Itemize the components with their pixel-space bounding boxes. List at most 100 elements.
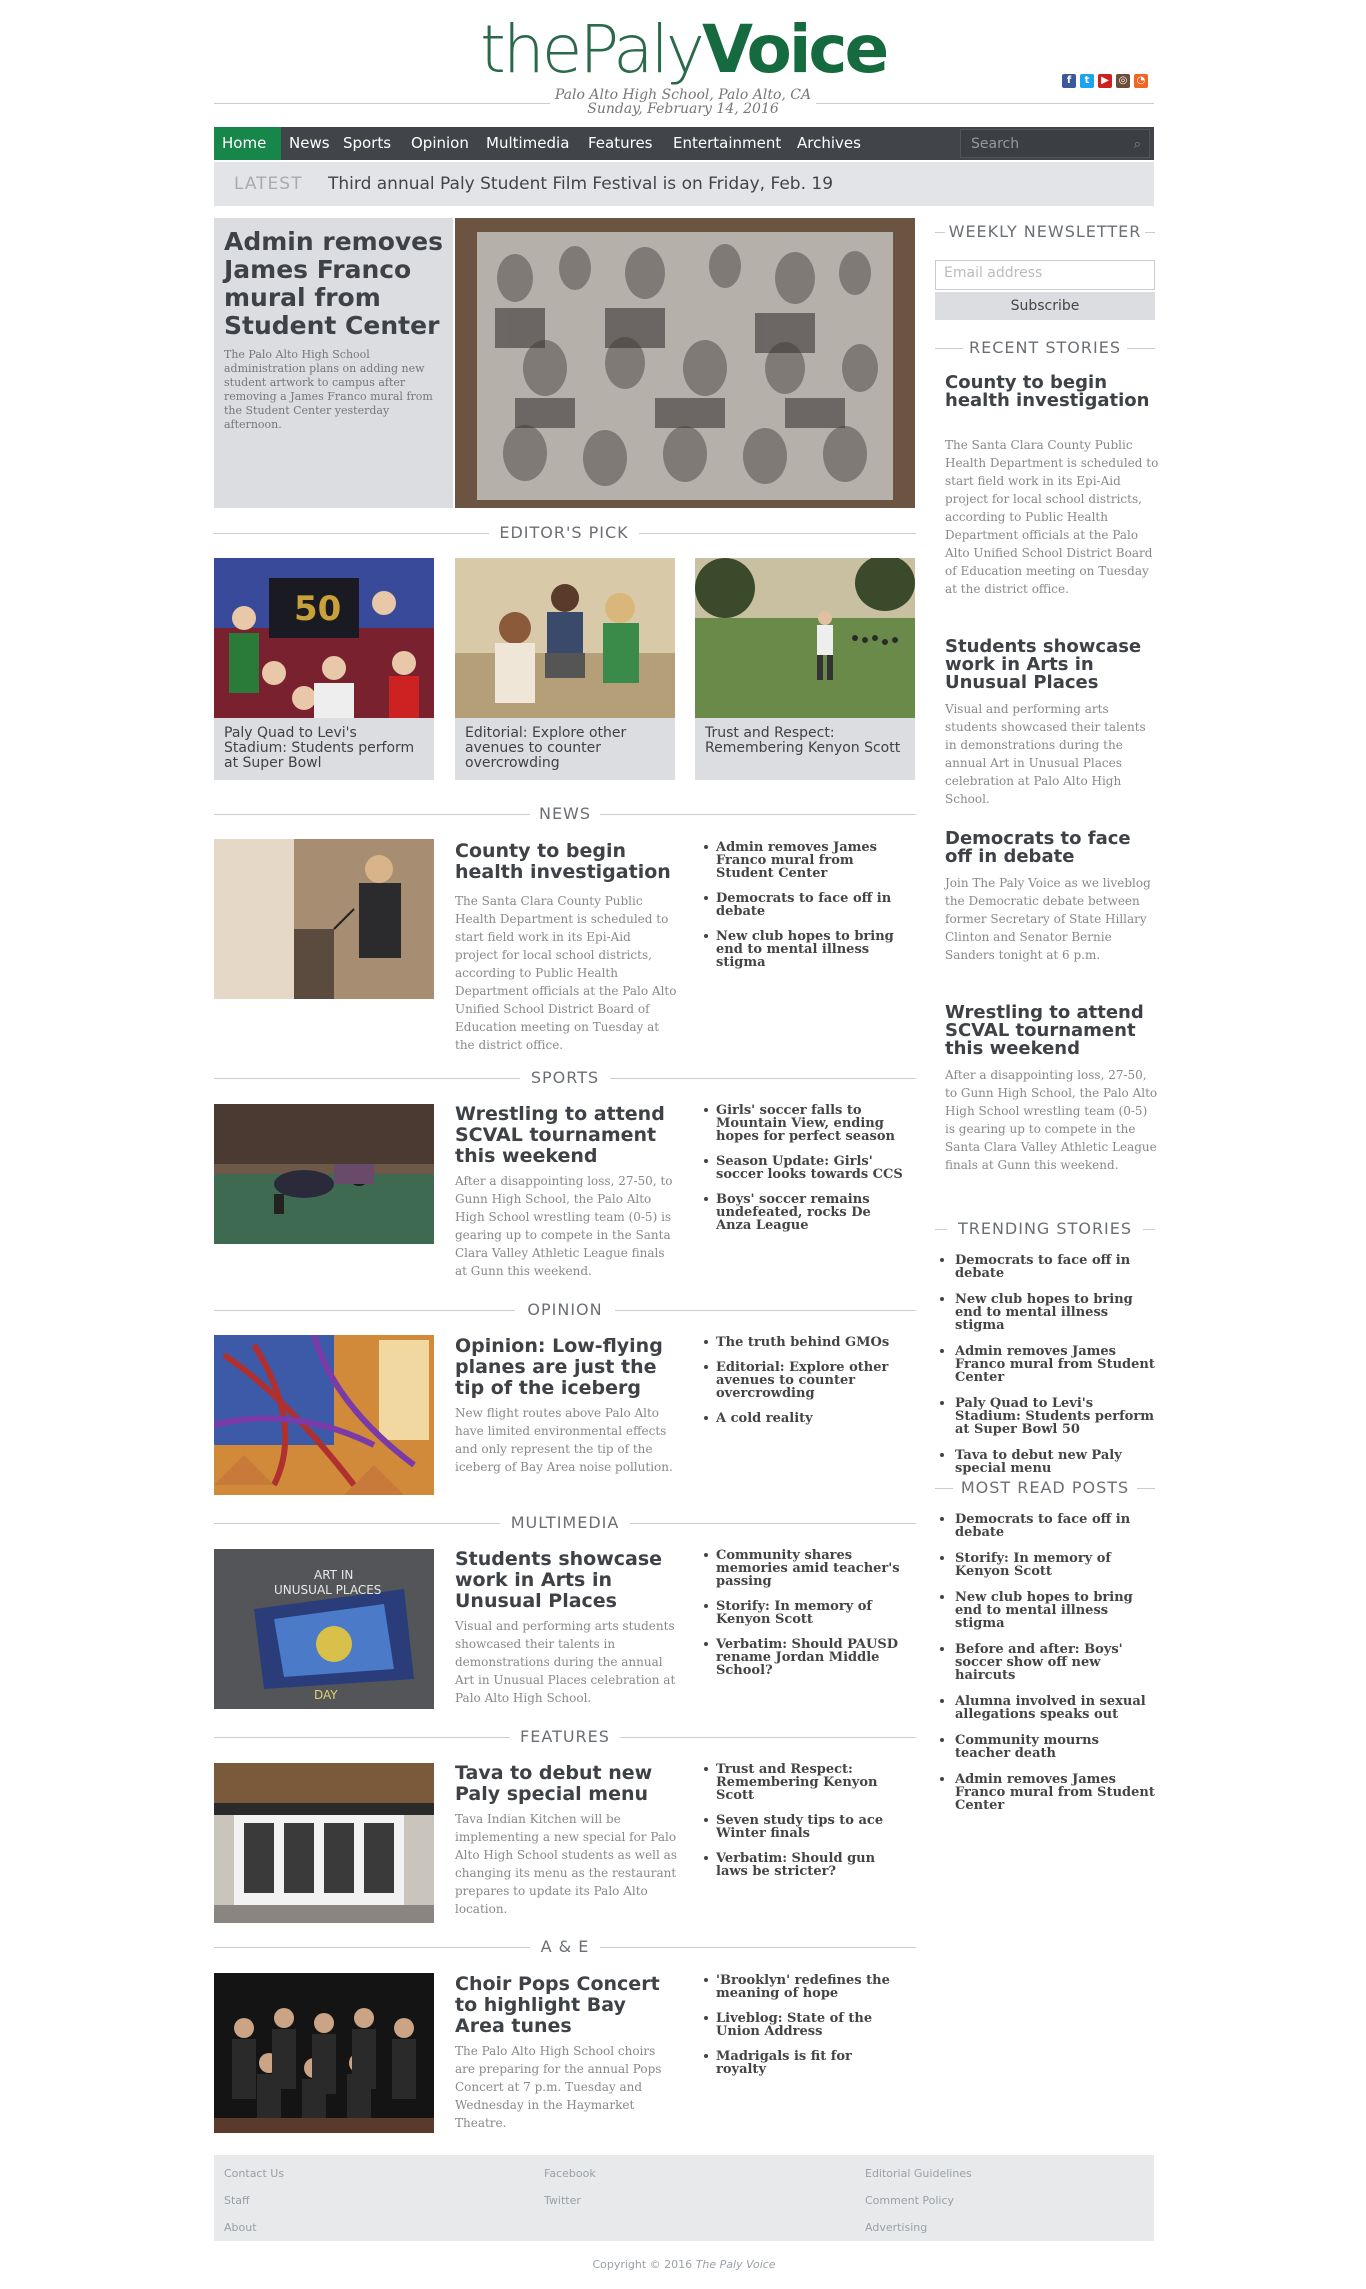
multimedia-image[interactable]: ART IN UNUSUAL PLACES DAY [214,1549,434,1709]
editors-pick-card[interactable]: Editorial: Explore other avenues to coun… [455,558,675,780]
features-link[interactable]: Verbatim: Should gun laws be stricter? [700,1852,904,1878]
ae-image[interactable] [214,1973,434,2133]
sports-link[interactable]: Boys' soccer remains undefeated, rocks D… [700,1193,904,1232]
sports-summary: After a disappointing loss, 27-50, to Gu… [455,1174,673,1278]
footer-link-advertising[interactable]: Advertising [865,2221,927,2234]
multimedia-title[interactable]: Students showcase work in Arts in Unusua… [455,1549,675,1612]
features-title[interactable]: Tava to debut new Paly special menu [455,1763,675,1805]
ae-link[interactable]: Madrigals is fit for royalty [700,2050,904,2076]
ae-link[interactable]: 'Brooklyn' redefines the meaning of hope [700,1974,904,2000]
latest-headline[interactable]: Third annual Paly Student Film Festival … [328,174,833,194]
recent-story-title[interactable]: Democrats to face off in debate [945,830,1155,866]
most-read-item[interactable]: Alumna involved in sexual allegations sp… [935,1695,1157,1721]
recent-story-summary: After a disappointing loss, 27-50, to Gu… [945,1068,1158,1172]
opinion-title[interactable]: Opinion: Low-flying planes are just the … [455,1336,675,1399]
featured-image[interactable] [455,218,915,508]
nav-news[interactable]: News [281,127,338,160]
ae-title[interactable]: Choir Pops Concert to highlight Bay Area… [455,1974,675,2037]
editorial-image[interactable] [455,558,675,718]
latest-label: LATEST [234,174,303,194]
news-link[interactable]: Admin removes James Franco mural from St… [700,841,904,880]
recent-story-title[interactable]: County to begin health investigation [945,374,1155,410]
masthead-divider-right [816,103,1154,104]
features-link[interactable]: Trust and Respect: Remembering Kenyon Sc… [700,1763,904,1802]
nav-archives[interactable]: Archives [789,127,869,160]
news-heading: NEWS [214,804,916,824]
nav-multimedia[interactable]: Multimedia [478,127,577,160]
editors-pick-card[interactable]: Trust and Respect: Remembering Kenyon Sc… [695,558,915,780]
multimedia-summary: Visual and performing arts students show… [455,1619,676,1705]
facebook-icon[interactable]: f [1062,74,1076,88]
newsletter-heading: WEEKLY NEWSLETTER [935,222,1155,242]
most-read-item[interactable]: Community mourns teacher death [935,1734,1157,1760]
most-read-item[interactable]: New club hopes to bring end to mental il… [935,1591,1157,1630]
sports-links: Girls' soccer falls to Mountain View, en… [700,1104,904,1244]
features-link[interactable]: Seven study tips to ace Winter finals [700,1814,904,1840]
multimedia-link[interactable]: Verbatim: Should PAUSD rename Jordan Mid… [700,1638,904,1677]
footer-link-comment-policy[interactable]: Comment Policy [865,2194,954,2207]
news-link[interactable]: New club hopes to bring end to mental il… [700,930,904,969]
nav-opinion[interactable]: Opinion [403,127,477,160]
email-field[interactable]: Email address [935,260,1155,290]
most-read-item[interactable]: Storify: In memory of Kenyon Scott [935,1552,1157,1578]
news-link[interactable]: Democrats to face off in debate [700,892,904,918]
opinion-link[interactable]: A cold reality [700,1412,904,1425]
footer-link-twitter[interactable]: Twitter [544,2194,581,2207]
recent-story-title[interactable]: Students showcase work in Arts in Unusua… [945,638,1155,692]
multimedia-link[interactable]: Storify: In memory of Kenyon Scott [700,1600,904,1626]
trending-item[interactable]: Democrats to face off in debate [935,1254,1157,1280]
site-footer: Contact Us Staff About Facebook Twitter … [214,2155,1154,2241]
nav-sports[interactable]: Sports [335,127,399,160]
copyright-site-name[interactable]: The Paly Voice [696,2258,776,2271]
instagram-icon[interactable]: ◎ [1116,74,1130,88]
sports-title[interactable]: Wrestling to attend SCVAL tournament thi… [455,1104,675,1167]
opinion-image[interactable] [214,1335,434,1495]
multimedia-heading: MULTIMEDIA [214,1513,916,1533]
nav-home[interactable]: Home [214,127,281,160]
social-links: f t ▶ ◎ ◔ [1062,74,1148,88]
most-read-item[interactable]: Democrats to face off in debate [935,1513,1157,1539]
trending-item[interactable]: New club hopes to bring end to mental il… [935,1293,1157,1332]
featured-story[interactable]: Admin removes James Franco mural from St… [214,218,453,508]
most-read-item[interactable]: Admin removes James Franco mural from St… [935,1773,1157,1812]
opinion-link[interactable]: The truth behind GMOs [700,1336,904,1349]
sports-link[interactable]: Girls' soccer falls to Mountain View, en… [700,1104,904,1143]
most-read-list: Democrats to face off in debate Storify:… [935,1513,1157,1825]
multimedia-link[interactable]: Community shares memories amid teacher's… [700,1549,904,1588]
subscribe-button[interactable]: Subscribe [935,292,1155,320]
footer-link-facebook[interactable]: Facebook [544,2167,596,2180]
rss-icon[interactable]: ◔ [1134,74,1148,88]
ae-link[interactable]: Liveblog: State of the Union Address [700,2012,904,2038]
search-input[interactable]: Search ⌕ [960,129,1150,158]
most-read-item[interactable]: Before and after: Boys' soccer show off … [935,1643,1157,1682]
footer-link-editorial-guidelines[interactable]: Editorial Guidelines [865,2167,972,2180]
trending-item[interactable]: Tava to debut new Paly special menu [935,1449,1157,1475]
news-image[interactable] [214,839,434,999]
sports-heading: SPORTS [214,1068,916,1088]
editors-pick-caption[interactable]: Editorial: Explore other avenues to coun… [455,718,675,780]
super-bowl-image[interactable]: 50 [214,558,434,718]
featured-title[interactable]: Admin removes James Franco mural from St… [214,218,453,340]
footer-link-contact[interactable]: Contact Us [224,2167,284,2180]
twitter-icon[interactable]: t [1080,74,1094,88]
editors-pick-caption[interactable]: Paly Quad to Levi's Stadium: Students pe… [214,718,434,780]
editors-pick-caption[interactable]: Trust and Respect: Remembering Kenyon Sc… [695,718,915,780]
footer-link-about[interactable]: About [224,2221,257,2234]
recent-story-title[interactable]: Wrestling to attend SCVAL tournament thi… [945,1004,1155,1058]
nav-features[interactable]: Features [580,127,661,160]
features-image[interactable] [214,1763,434,1923]
trending-item[interactable]: Admin removes James Franco mural from St… [935,1345,1157,1384]
news-title[interactable]: County to begin health investigation [455,841,675,883]
recent-story-summary: Visual and performing arts students show… [945,702,1146,806]
trending-item[interactable]: Paly Quad to Levi's Stadium: Students pe… [935,1397,1157,1436]
nav-entertainment[interactable]: Entertainment [665,127,789,160]
youtube-icon[interactable]: ▶ [1098,74,1112,88]
footer-link-staff[interactable]: Staff [224,2194,250,2207]
search-icon[interactable]: ⌕ [1134,130,1141,159]
editors-pick-card[interactable]: 50 Paly Quad to Levi's Stadium: Students… [214,558,434,780]
site-logo[interactable]: thePalyVoice [480,10,889,90]
opinion-link[interactable]: Editorial: Explore other avenues to coun… [700,1361,904,1400]
kenyon-scott-image[interactable] [695,558,915,718]
sports-link[interactable]: Season Update: Girls' soccer looks towar… [700,1155,904,1181]
sports-image[interactable] [214,1104,434,1244]
